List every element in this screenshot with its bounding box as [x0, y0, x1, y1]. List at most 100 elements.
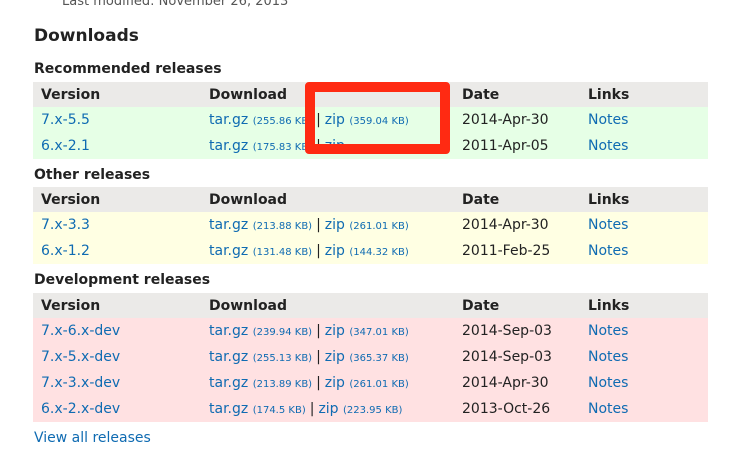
development-releases-table: Version Download Date Links 7.x-6.x-dev …	[33, 293, 708, 422]
links-cell: Notes	[580, 238, 708, 264]
tar-gz-link[interactable]: tar.gz (175.83 KB)	[209, 138, 312, 154]
tar-gz-link[interactable]: tar.gz (255.13 KB)	[209, 349, 312, 365]
tar-gz-label: tar.gz	[209, 375, 249, 391]
tar-gz-label: tar.gz	[209, 349, 249, 365]
date-column-header: Date	[454, 293, 580, 318]
separator: |	[309, 401, 315, 417]
date-cell: 2011-Feb-25	[454, 238, 580, 264]
version-cell: 7.x-3.3	[33, 212, 201, 238]
zip-link[interactable]: zip (261.01 KB)	[325, 217, 409, 233]
tar-gz-size: (213.88 KB)	[252, 221, 313, 232]
version-cell: 6.x-2.x-dev	[33, 396, 201, 422]
other-releases-title: Other releases	[34, 167, 151, 183]
tar-gz-link[interactable]: tar.gz (131.48 KB)	[209, 243, 312, 259]
version-link[interactable]: 6.x-2.x-dev	[41, 401, 120, 417]
zip-size: (261.01 KB)	[349, 379, 409, 390]
tar-gz-size: (255.13 KB)	[252, 353, 313, 364]
version-column-header: Version	[33, 82, 201, 107]
date-cell: 2014-Apr-30	[454, 370, 580, 396]
version-cell: 7.x-5.5	[33, 107, 201, 133]
tar-gz-size: (239.94 KB)	[252, 327, 313, 338]
zip-link[interactable]: zip (144.32 KB)	[325, 243, 409, 259]
notes-link[interactable]: Notes	[588, 138, 628, 154]
links-cell: Notes	[580, 396, 708, 422]
notes-link[interactable]: Notes	[588, 323, 628, 339]
date-cell: 2013-Oct-26	[454, 396, 580, 422]
table-row: 6.x-2.1 tar.gz (175.83 KB) | zip 2011-Apr-…	[33, 133, 708, 159]
tar-gz-size: (213.89 KB)	[252, 379, 313, 390]
tar-gz-size: (175.83 KB)	[252, 142, 313, 153]
notes-link[interactable]: Notes	[588, 112, 628, 128]
version-link[interactable]: 6.x-1.2	[41, 243, 90, 259]
links-column-header: Links	[580, 82, 708, 107]
date-cell: 2011-Apr-05	[454, 133, 580, 159]
zip-link[interactable]: zip (365.37 KB)	[325, 349, 409, 365]
tar-gz-link[interactable]: tar.gz (239.94 KB)	[209, 323, 312, 339]
table-row: 7.x-6.x-dev tar.gz (239.94 KB) | zip (347.…	[33, 318, 708, 344]
tar-gz-label: tar.gz	[209, 243, 249, 259]
zip-link[interactable]: zip (223.95 KB)	[318, 401, 402, 417]
version-cell: 6.x-2.1	[33, 133, 201, 159]
notes-link[interactable]: Notes	[588, 243, 628, 259]
table-row: 6.x-2.x-dev tar.gz (174.5 KB) | zip (223.9…	[33, 396, 708, 422]
links-cell: Notes	[580, 133, 708, 159]
notes-link[interactable]: Notes	[588, 349, 628, 365]
zip-link[interactable]: zip (261.01 KB)	[325, 375, 409, 391]
download-column-header: Download	[201, 293, 454, 318]
zip-label: zip	[324, 323, 345, 339]
version-link[interactable]: 7.x-6.x-dev	[41, 323, 120, 339]
download-cell: tar.gz (255.13 KB) | zip (365.37 KB)	[201, 344, 454, 370]
version-cell: 7.x-6.x-dev	[33, 318, 201, 344]
zip-label: zip	[324, 138, 345, 154]
table-row: 6.x-1.2 tar.gz (131.48 KB) | zip (144.32 K…	[33, 238, 708, 264]
version-link[interactable]: 7.x-5.5	[41, 112, 90, 128]
version-cell: 7.x-5.x-dev	[33, 344, 201, 370]
recommended-releases-table: Version Download Date Links 7.x-5.5 tar.…	[33, 82, 708, 159]
notes-link[interactable]: Notes	[588, 375, 628, 391]
zip-label: zip	[324, 243, 345, 259]
notes-link[interactable]: Notes	[588, 401, 628, 417]
download-cell: tar.gz (174.5 KB) | zip (223.95 KB)	[201, 396, 454, 422]
version-link[interactable]: 7.x-5.x-dev	[41, 349, 120, 365]
tar-gz-label: tar.gz	[209, 217, 249, 233]
tar-gz-label: tar.gz	[209, 138, 249, 154]
version-link[interactable]: 7.x-3.3	[41, 217, 90, 233]
version-link[interactable]: 6.x-2.1	[41, 138, 90, 154]
zip-link[interactable]: zip (347.01 KB)	[325, 323, 409, 339]
links-column-header: Links	[580, 187, 708, 212]
zip-size: (347.01 KB)	[349, 327, 409, 338]
zip-size: (365.37 KB)	[349, 353, 409, 364]
separator: |	[316, 138, 321, 154]
download-cell: tar.gz (213.88 KB) | zip (261.01 KB)	[201, 212, 454, 238]
separator: |	[316, 243, 321, 259]
other-releases-table: Version Download Date Links 7.x-3.3 tar.…	[33, 187, 708, 264]
view-all-releases-link[interactable]: View all releases	[34, 430, 151, 446]
notes-link[interactable]: Notes	[588, 217, 628, 233]
zip-link[interactable]: zip	[325, 138, 345, 154]
downloads-heading: Downloads	[34, 26, 139, 46]
links-cell: Notes	[580, 107, 708, 133]
links-column-header: Links	[580, 293, 708, 318]
date-column-header: Date	[454, 82, 580, 107]
zip-link[interactable]: zip (359.04 KB)	[325, 112, 409, 128]
version-link[interactable]: 7.x-3.x-dev	[41, 375, 120, 391]
tar-gz-link[interactable]: tar.gz (213.89 KB)	[209, 375, 312, 391]
tar-gz-size: (255.86 KB)	[252, 116, 313, 127]
version-cell: 6.x-1.2	[33, 238, 201, 264]
tar-gz-link[interactable]: tar.gz (255.86 KB)	[209, 112, 312, 128]
download-column-header: Download	[201, 187, 454, 212]
zip-label: zip	[318, 401, 339, 417]
tar-gz-label: tar.gz	[209, 112, 249, 128]
tar-gz-link[interactable]: tar.gz (213.88 KB)	[209, 217, 312, 233]
table-header-row: Version Download Date Links	[33, 293, 708, 318]
zip-size: (223.95 KB)	[343, 405, 403, 416]
links-cell: Notes	[580, 212, 708, 238]
tar-gz-size: (174.5 KB)	[252, 405, 306, 416]
tar-gz-label: tar.gz	[209, 401, 249, 417]
tar-gz-link[interactable]: tar.gz (174.5 KB)	[209, 401, 306, 417]
zip-size: (359.04 KB)	[349, 116, 409, 127]
separator: |	[316, 323, 321, 339]
download-cell: tar.gz (255.86 KB) | zip (359.04 KB)	[201, 107, 454, 133]
separator: |	[316, 217, 321, 233]
links-cell: Notes	[580, 370, 708, 396]
